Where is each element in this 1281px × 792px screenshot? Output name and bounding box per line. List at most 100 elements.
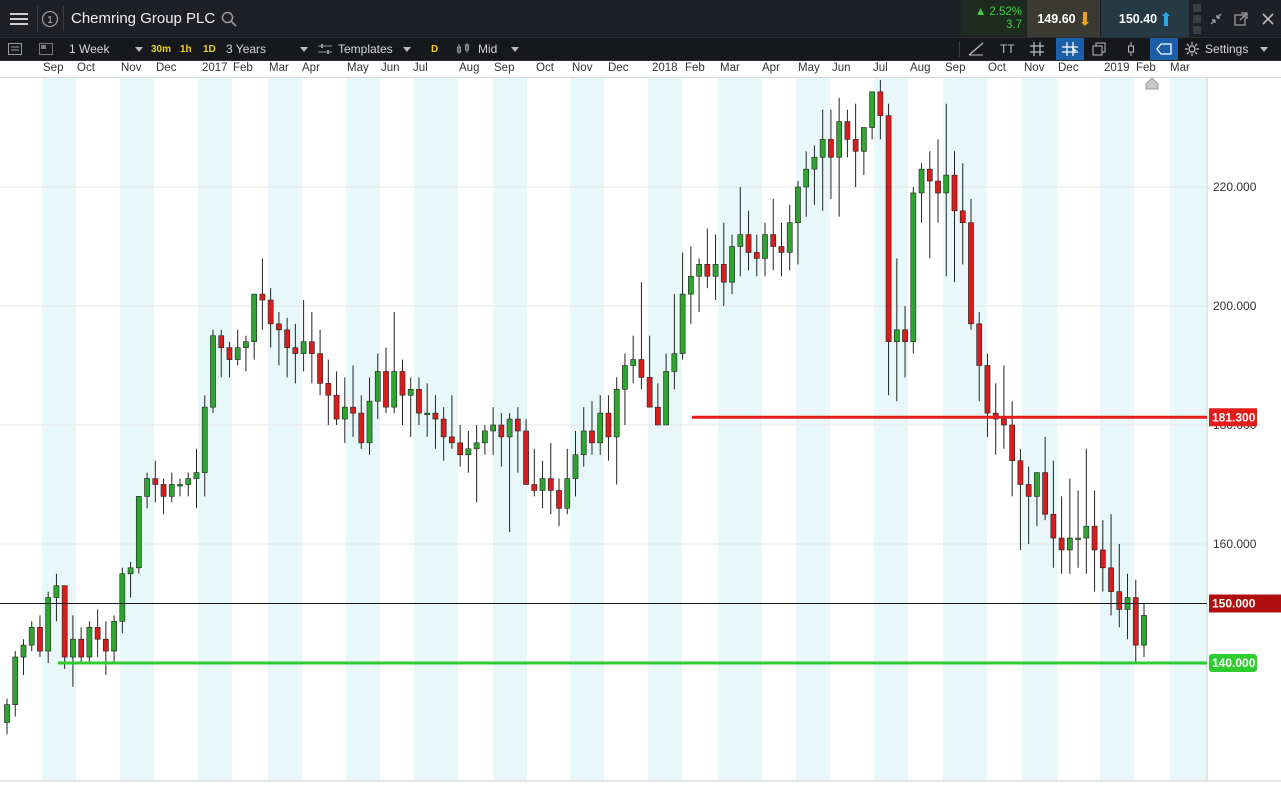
sliders-icon <box>318 44 332 54</box>
price-marker-label: 150.000 <box>1212 597 1256 611</box>
candle-body <box>193 472 200 479</box>
candle-body <box>1058 537 1065 551</box>
candle-body <box>1001 418 1007 426</box>
candle-body <box>630 359 637 366</box>
price-axis-tick: 220.000 <box>1213 180 1257 194</box>
instrument-title[interactable]: Chemring Group PLC <box>71 0 215 37</box>
candle-body <box>12 656 19 705</box>
arrow-down-icon <box>1080 11 1089 26</box>
candle-body <box>861 127 867 152</box>
grid-toggle-button[interactable] <box>1030 38 1048 60</box>
candle-body <box>4 704 10 723</box>
candle-body <box>300 341 307 354</box>
candle-body <box>465 448 472 456</box>
time-axis-label: Nov <box>572 62 593 74</box>
time-axis-label: 2017 <box>202 62 228 74</box>
candle-body <box>399 371 406 396</box>
candle-body <box>259 293 266 301</box>
time-axis-label: Feb <box>685 62 705 74</box>
time-axis-label: Jun <box>381 62 400 74</box>
time-axis-label: Oct <box>536 62 554 74</box>
text-tool-button[interactable]: TT <box>1000 38 1018 60</box>
candle-body <box>37 626 43 652</box>
collapse-button[interactable] <box>1206 0 1226 37</box>
candle-body <box>893 329 900 343</box>
buy-button[interactable]: 150.40 <box>1101 0 1189 37</box>
popout-button[interactable] <box>1231 0 1251 37</box>
interval-select[interactable]: 1 Week <box>69 38 149 60</box>
candle-body <box>86 626 93 658</box>
candle-body <box>597 412 604 444</box>
candlestick-icon <box>1128 42 1134 56</box>
range-select[interactable]: 3 Years <box>226 38 308 60</box>
time-axis-label: 2019 <box>1104 62 1130 74</box>
settings-menu[interactable]: Settings <box>1185 38 1275 60</box>
candle-body <box>119 573 126 622</box>
chart-type-button[interactable] <box>1124 38 1142 60</box>
time-axis-label: Apr <box>762 62 780 74</box>
candle-body <box>28 626 35 646</box>
candle-body <box>366 400 373 444</box>
candle-body <box>94 626 101 640</box>
price-type-select[interactable]: Mid <box>456 38 522 60</box>
list-view-button[interactable] <box>8 38 24 60</box>
templates-label: Templates <box>338 42 393 56</box>
candlestick-chart[interactable]: 240.000220.000200.000180.000160.000181.3… <box>0 61 1281 787</box>
clone-button[interactable] <box>1092 38 1110 60</box>
price-marker-label: 181.300 <box>1212 410 1256 424</box>
sell-price: 149.60 <box>1037 11 1076 26</box>
time-axis-label: Mar <box>269 62 289 74</box>
month-band <box>1022 78 1057 781</box>
candle-body <box>218 335 225 348</box>
time-axis-label: Mar <box>1170 62 1190 74</box>
candle-body <box>935 180 941 194</box>
search-button[interactable] <box>221 0 241 37</box>
time-axis-label: Dec <box>1058 62 1079 74</box>
candle-body <box>177 484 183 487</box>
candle-body <box>1042 472 1048 515</box>
close-icon <box>1262 12 1274 25</box>
candle-body <box>910 192 917 342</box>
candle-body <box>1141 615 1147 646</box>
drawing-d-button[interactable]: D <box>431 38 443 60</box>
candle-body <box>1017 460 1024 485</box>
candle-body <box>1050 513 1057 539</box>
candle-body <box>984 365 991 414</box>
interval-1d[interactable]: 1D <box>203 38 219 60</box>
price-label-toggle[interactable] <box>1150 38 1178 60</box>
templates-menu[interactable]: Templates <box>318 38 418 60</box>
candle-body <box>828 139 834 158</box>
hamburger-icon <box>9 12 28 25</box>
time-axis-label: Nov <box>1024 62 1045 74</box>
sell-button[interactable]: 149.60 <box>1027 0 1100 37</box>
change-absolute: 3.7 <box>1006 18 1022 31</box>
candles-icon <box>457 43 469 54</box>
interval-30m[interactable]: 30m <box>151 38 171 60</box>
interval-1h[interactable]: 1h <box>180 38 196 60</box>
close-button[interactable] <box>1258 0 1278 37</box>
candle-body <box>720 264 727 283</box>
candle-body <box>267 299 274 325</box>
candle-body <box>1091 525 1098 551</box>
candle-body <box>284 329 290 348</box>
draw-line-button[interactable] <box>968 38 986 60</box>
layout-button[interactable] <box>39 38 55 60</box>
candle-body <box>663 371 669 426</box>
current-period-marker[interactable] <box>1145 77 1159 90</box>
time-axis-label: Dec <box>156 62 177 74</box>
time-axis-label: Oct <box>77 62 95 74</box>
candle-body <box>687 275 694 295</box>
time-axis-label: Apr <box>302 62 320 74</box>
menu-button[interactable] <box>0 0 37 37</box>
candle-body <box>523 430 529 485</box>
crosshair-toggle-button[interactable] <box>1056 38 1084 60</box>
candle-body <box>622 365 628 390</box>
candle-body <box>679 293 686 354</box>
candle-body <box>61 585 68 658</box>
link-group-button[interactable]: 1 <box>38 0 62 37</box>
candle-body <box>638 359 645 378</box>
price-type-value: Mid <box>478 42 498 56</box>
price-chart[interactable]: 240.000220.000200.000180.000160.000181.3… <box>0 61 1281 787</box>
time-axis-label: Nov <box>121 62 142 74</box>
time-axis-label: Feb <box>233 62 253 74</box>
